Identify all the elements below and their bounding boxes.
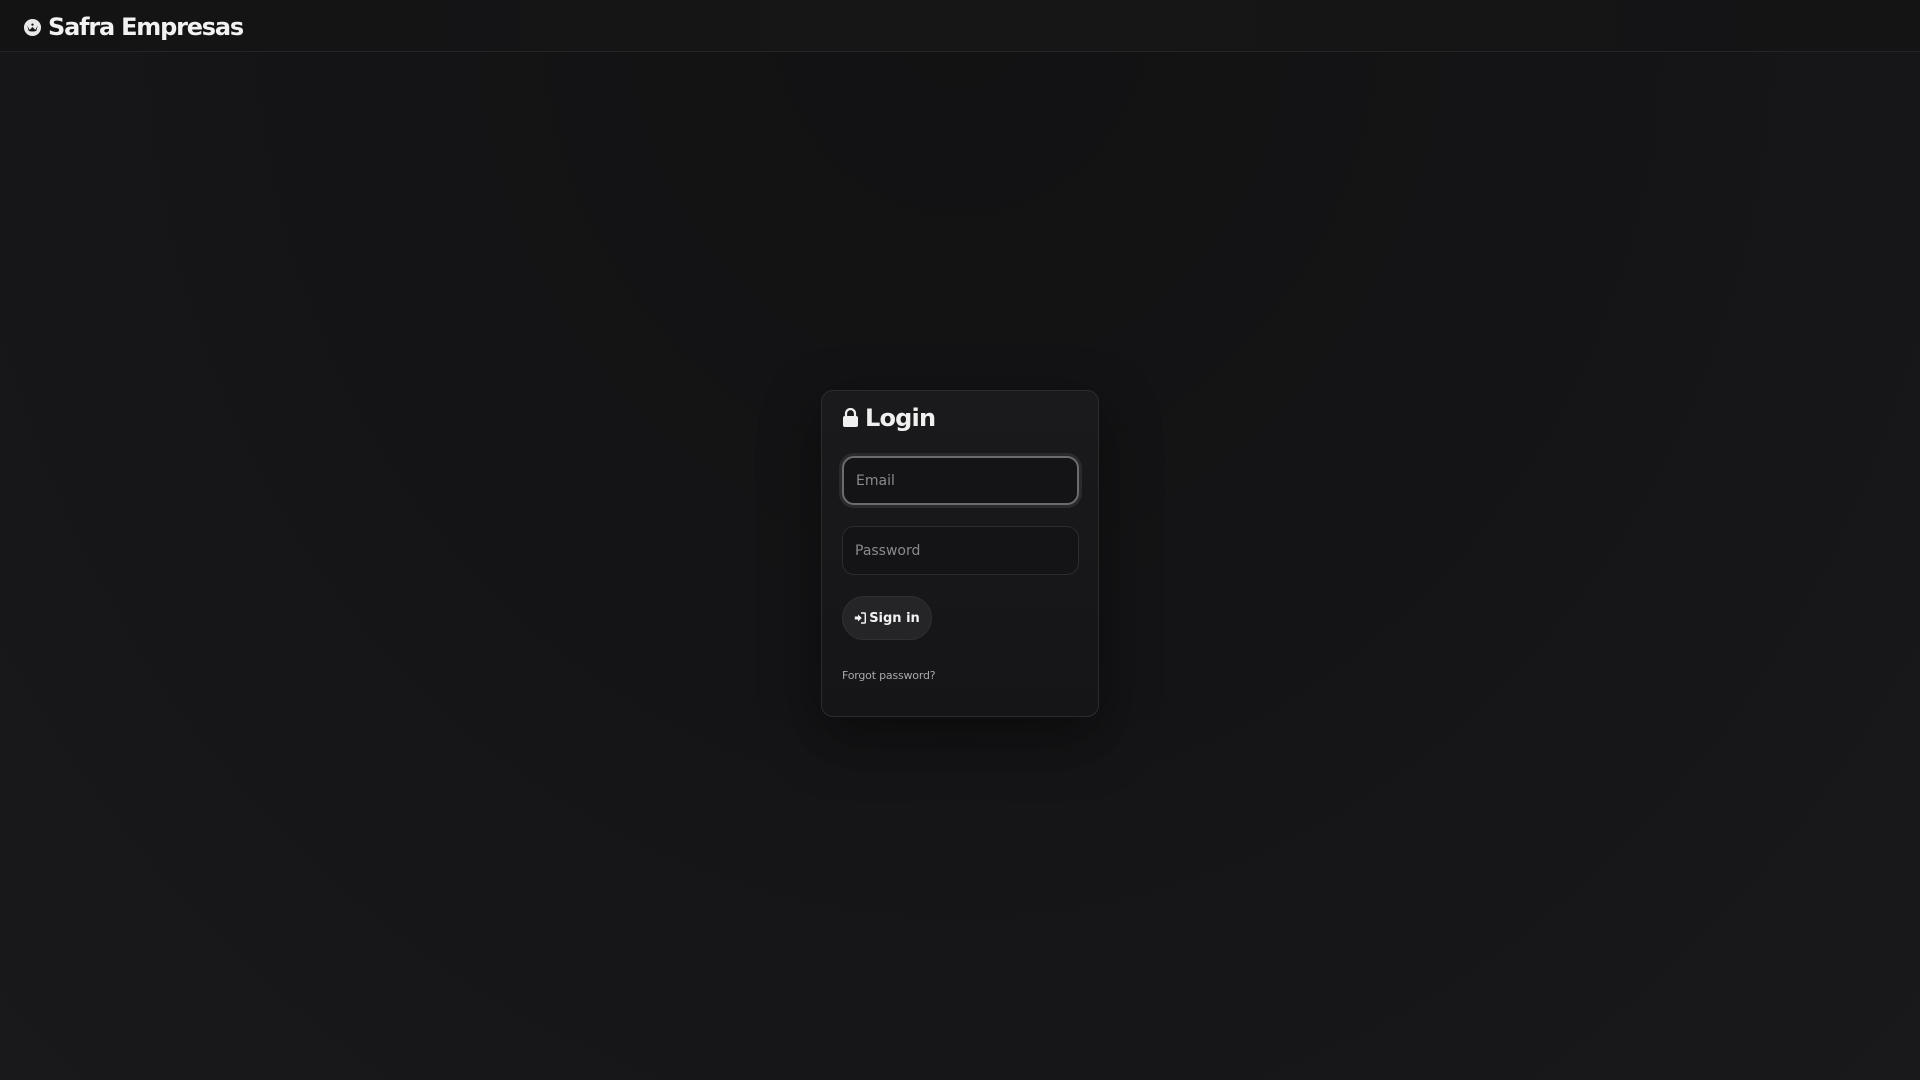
- email-input[interactable]: [842, 456, 1079, 505]
- forgot-password-link[interactable]: Forgot password?: [842, 669, 936, 682]
- sign-in-icon: [854, 612, 867, 624]
- brand-name: Safra Empresas: [48, 13, 244, 41]
- login-heading: Login: [842, 401, 936, 435]
- safra-logo-icon: [23, 18, 42, 37]
- brand-link[interactable]: Safra Empresas: [23, 12, 244, 42]
- login-card: Login Sign in Forgot password?: [821, 390, 1099, 717]
- login-title: Login: [865, 404, 936, 432]
- top-navbar: Safra Empresas: [0, 0, 1920, 52]
- sign-in-label: Sign in: [869, 610, 920, 626]
- password-input[interactable]: [842, 526, 1079, 575]
- lock-icon: [842, 408, 859, 428]
- sign-in-button[interactable]: Sign in: [842, 596, 932, 640]
